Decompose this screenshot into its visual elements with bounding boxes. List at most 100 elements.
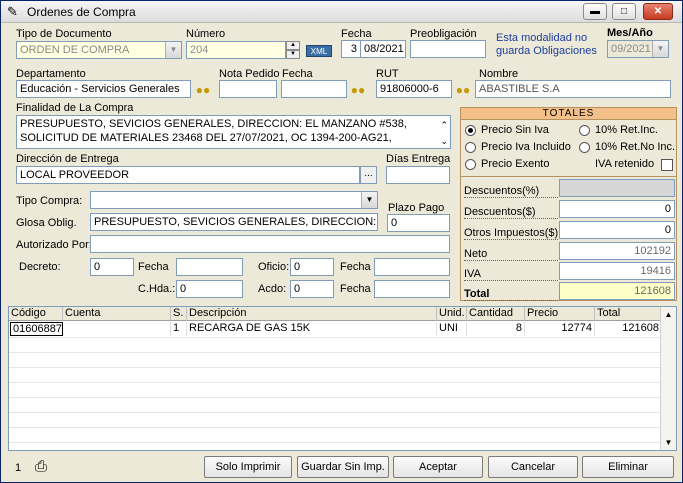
printer-icon[interactable]: ⎙ — [35, 458, 47, 475]
oficio-fecha-label: Fecha — [340, 261, 371, 273]
totales-divider — [461, 176, 676, 177]
col-header-cantidad[interactable]: Cantidad — [467, 307, 525, 321]
grid-line — [9, 367, 660, 368]
scroll-down-icon[interactable]: ▼ — [661, 435, 676, 450]
tipo-documento-label: Tipo de Documento — [16, 28, 112, 40]
cell-cantidad[interactable]: 8 — [467, 322, 525, 336]
cell-codigo[interactable]: 01606887 — [10, 322, 63, 336]
cell-s[interactable]: 1 — [171, 322, 187, 336]
scroll-down-icon[interactable]: ⌄ — [440, 134, 448, 148]
descuentos-pct-input[interactable] — [559, 179, 675, 197]
plazo-pago-input[interactable]: 0 — [387, 214, 450, 232]
fecha-month-input[interactable]: 08/2021 — [360, 40, 406, 58]
precio-sin-iva-radio[interactable] — [465, 125, 476, 136]
cancelar-button[interactable]: Cancelar — [488, 456, 578, 478]
minimize-button[interactable]: ▬ — [583, 3, 607, 20]
departamento-input[interactable]: Educación - Servicios Generales — [16, 80, 191, 98]
app-icon: ✎ — [7, 4, 18, 19]
cell-cuenta[interactable] — [63, 322, 171, 336]
close-button[interactable]: ✕ — [643, 3, 673, 20]
nombre-input[interactable]: ABASTIBLE S.A — [475, 80, 671, 98]
col-header-descripcion[interactable]: Descripción — [187, 307, 437, 321]
glosa-input[interactable]: PRESUPUESTO, SEVICIOS GENERALES, DIRECCI… — [90, 213, 378, 231]
chevron-down-icon[interactable]: ▼ — [165, 42, 181, 58]
chevron-down-icon[interactable]: ▼ — [652, 41, 668, 57]
precio-iva-incluido-radio[interactable] — [465, 142, 476, 153]
neto-label: Neto — [464, 248, 558, 261]
numero-input[interactable]: 204 — [186, 41, 286, 59]
grid-line — [9, 337, 660, 338]
col-header-precio[interactable]: Precio — [525, 307, 595, 321]
orden-compra-window: ✎ Ordenes de Compra ▬ □ ✕ Tipo de Docume… — [0, 0, 683, 483]
maximize-button[interactable]: □ — [612, 3, 636, 20]
eliminar-button[interactable]: Eliminar — [582, 456, 674, 478]
cell-unid[interactable]: UNI — [437, 322, 467, 336]
acdo-fecha-input[interactable] — [374, 280, 450, 298]
cell-precio[interactable]: 12774 — [525, 322, 595, 336]
oficio-label: Oficio: — [258, 261, 290, 273]
glosa-label: Glosa Oblig. — [16, 217, 77, 229]
solo-imprimir-button[interactable]: Solo Imprimir — [204, 456, 292, 478]
col-header-unid[interactable]: Unid. — [437, 307, 467, 321]
tipo-compra-select[interactable]: ▼ — [90, 191, 378, 209]
col-header-s[interactable]: S. — [171, 307, 187, 321]
otros-impuestos-input[interactable]: 0 — [559, 221, 675, 239]
neto-value: 102192 — [559, 242, 675, 260]
fecha-day-input[interactable]: 3 — [341, 40, 361, 58]
grid-line — [9, 442, 660, 443]
search-people-icon[interactable]: ●● — [194, 81, 212, 99]
fecha-pedido-input[interactable] — [281, 80, 347, 98]
oficio-input[interactable]: 0 — [290, 258, 334, 276]
aceptar-button[interactable]: Aceptar — [393, 456, 483, 478]
col-header-cuenta[interactable]: Cuenta — [63, 307, 171, 321]
xml-icon[interactable]: XML — [306, 45, 332, 57]
acdo-label: Acdo: — [258, 283, 287, 295]
precio-exento-radio[interactable] — [465, 159, 476, 170]
iva-retenido-checkbox[interactable] — [661, 159, 673, 171]
title-bar[interactable]: ✎ Ordenes de Compra ▬ □ ✕ — [1, 1, 682, 23]
direccion-entrega-input[interactable]: LOCAL PROVEEDOR — [16, 166, 360, 184]
grid-line — [9, 412, 660, 413]
ret-no-inc-radio[interactable] — [579, 142, 590, 153]
modalidad-note: Esta modalidad no guarda Obligaciones — [496, 32, 597, 57]
rut-label: RUT — [376, 68, 399, 80]
col-header-total[interactable]: Total — [595, 307, 662, 321]
ret-no-inc-label: 10% Ret.No Inc. — [595, 141, 676, 153]
departamento-label: Departamento — [16, 68, 86, 80]
dias-entrega-input[interactable] — [386, 166, 450, 184]
nombre-label: Nombre — [479, 68, 519, 80]
tipo-compra-label: Tipo Compra: — [16, 195, 83, 207]
search-people-icon[interactable]: ●● — [349, 81, 367, 99]
chda-input[interactable]: 0 — [176, 280, 243, 298]
autorizado-input[interactable] — [90, 235, 450, 253]
descuentos-amt-label: Descuentos($) — [464, 206, 558, 219]
grid-scrollbar[interactable]: ▲ ▼ — [660, 307, 676, 450]
scroll-up-icon[interactable]: ⌃ — [440, 118, 448, 132]
scroll-up-icon[interactable]: ▲ — [661, 307, 676, 322]
descuentos-amt-input[interactable]: 0 — [559, 200, 675, 218]
cell-descripcion[interactable]: RECARGA DE GAS 15K — [187, 322, 437, 336]
search-people-icon[interactable]: ●● — [454, 81, 472, 99]
preobligacion-input[interactable] — [410, 40, 486, 58]
decreto-fecha-input[interactable] — [176, 258, 243, 276]
decreto-fecha-label: Fecha — [138, 261, 169, 273]
chevron-down-icon[interactable]: ▼ — [361, 192, 377, 208]
rut-input[interactable]: 91806000-6 — [376, 80, 452, 98]
finalidad-textarea[interactable]: PRESUPUESTO, SEVICIOS GENERALES, DIRECCI… — [16, 115, 451, 149]
acdo-input[interactable]: 0 — [290, 280, 334, 298]
browse-button[interactable]: ... — [360, 166, 377, 184]
descuentos-pct-label: Descuentos(%) — [464, 185, 558, 198]
tipo-documento-select[interactable]: ORDEN DE COMPRA ▼ — [16, 41, 182, 59]
col-header-codigo[interactable]: Código — [9, 307, 63, 321]
nota-pedido-input[interactable] — [219, 80, 277, 98]
spin-down-icon[interactable]: ▼ — [286, 50, 300, 59]
cell-total[interactable]: 121608 — [595, 322, 662, 336]
items-grid[interactable]: Código Cuenta S. Descripción Unid. Canti… — [8, 306, 677, 451]
guardar-sin-imp-button[interactable]: Guardar Sin Imp. — [297, 456, 389, 478]
mes-ano-select[interactable]: 09/2021 ▼ — [607, 40, 669, 58]
spin-up-icon[interactable]: ▲ — [286, 41, 300, 50]
oficio-fecha-input[interactable] — [374, 258, 450, 276]
totales-panel: TOTALES Precio Sin Iva 10% Ret.Inc. Prec… — [460, 107, 677, 301]
ret-inc-radio[interactable] — [579, 125, 590, 136]
decreto-input[interactable]: 0 — [90, 258, 134, 276]
